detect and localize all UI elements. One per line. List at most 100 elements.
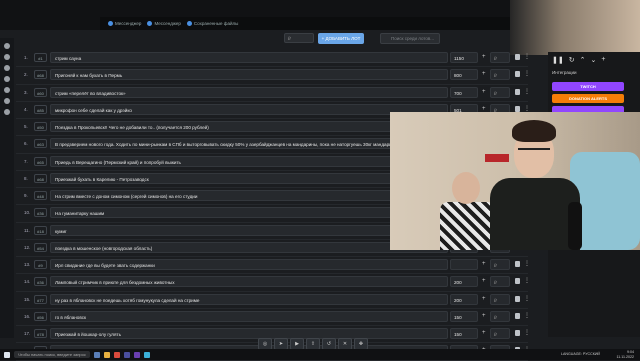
browser-icon[interactable] xyxy=(113,351,120,358)
bookmark-messenger-1[interactable]: Мессенджер xyxy=(108,21,141,26)
lot-id-badge: #1 xyxy=(34,53,47,62)
lot-amount-input[interactable]: 200 xyxy=(450,293,478,305)
lot-title-input[interactable]: поездка в мошенское (новгородская област… xyxy=(50,241,448,253)
chevron-down-icon[interactable]: ⌄ xyxy=(590,56,596,64)
lot-title-input[interactable]: Приезжай в йошкар-олу гулять xyxy=(50,328,448,339)
windows-start-icon[interactable] xyxy=(4,351,10,358)
more-vertical-icon[interactable]: ⋮ xyxy=(524,70,530,78)
lot-title-input[interactable]: Приезжай бухать в Карелию - Петрозаводск xyxy=(50,172,448,184)
more-vertical-icon[interactable]: ⋮ xyxy=(524,312,530,320)
trash-icon[interactable] xyxy=(515,54,520,60)
trash-icon[interactable] xyxy=(515,330,520,336)
plus-icon[interactable]: + xyxy=(482,71,486,77)
pause-icon[interactable]: ❚❚ xyxy=(552,56,564,64)
lot-row: 1. #1 стрим сауна 1150 + ₽ ⋮ xyxy=(16,50,530,68)
folder-icon[interactable] xyxy=(103,351,110,358)
os-taskbar: Чтобы начать поиск, введите запрос 9:04 … xyxy=(0,349,640,360)
lot-title-input[interactable]: Пригоняй к нам бухать в Пермь xyxy=(50,69,448,81)
more-vertical-icon[interactable]: ⋮ xyxy=(524,277,530,285)
lot-amount-input[interactable]: 150 xyxy=(450,310,478,322)
lot-title-input[interactable]: Ламповый стримчик в приюте для бездомных… xyxy=(50,276,448,288)
lot-add-amount-input[interactable]: ₽ xyxy=(490,52,510,63)
reset-timer-icon[interactable]: ↻ xyxy=(569,56,575,64)
lot-index: 12. xyxy=(24,244,31,250)
bookmark-bar: Мессенджер Мессенджер Сохраненные файлы xyxy=(100,17,528,30)
plus-icon[interactable]: + xyxy=(482,106,486,112)
lot-amount-input[interactable]: 150 xyxy=(450,328,478,339)
plus-icon[interactable]: + xyxy=(482,313,486,319)
lot-title-input[interactable]: го в яблановск xyxy=(50,310,448,322)
trash-icon[interactable] xyxy=(515,71,520,78)
plus-icon[interactable]: + xyxy=(482,296,486,302)
lot-title-input[interactable]: Приедь в Верещагино (Пермский край) и по… xyxy=(50,155,448,167)
lot-title-input[interactable]: ну раз в яблановск не поедешь хотяб гому… xyxy=(50,293,448,305)
lot-amount-input[interactable] xyxy=(450,259,478,270)
discord-icon[interactable] xyxy=(123,351,130,358)
lot-title-input[interactable]: Поездка в Прокопьевск!! Чего не добавили… xyxy=(50,121,448,132)
lot-title-input[interactable]: На стрим вместе с доном симоном (сергей … xyxy=(50,190,448,201)
lot-index: 6. xyxy=(24,141,28,147)
lot-add-amount-input[interactable]: ₽ xyxy=(490,310,510,322)
lot-add-amount-input[interactable]: ₽ xyxy=(490,69,510,81)
lot-title-input[interactable]: В предзверием нового года. Ходить по мин… xyxy=(50,138,448,150)
list-icon[interactable] xyxy=(4,87,10,93)
plus-icon[interactable]: + xyxy=(482,54,486,60)
more-vertical-icon[interactable]: ⋮ xyxy=(524,329,530,337)
taskbar-app-icon[interactable] xyxy=(93,351,100,358)
trash-icon[interactable] xyxy=(515,312,520,319)
twitch-button[interactable]: TWITCH xyxy=(552,82,624,91)
lot-title-input[interactable]: Ирл свидание где вы будете звать содержа… xyxy=(50,259,448,270)
lot-id-badge: #9 xyxy=(34,260,47,269)
trash-icon[interactable] xyxy=(515,278,520,285)
lot-amount-input[interactable]: 800 xyxy=(450,69,478,81)
taskbar-search[interactable]: Чтобы начать поиск, введите запрос xyxy=(14,351,90,358)
trash-icon[interactable] xyxy=(515,88,520,95)
messenger-icon xyxy=(147,21,153,26)
obs-icon[interactable] xyxy=(133,351,140,358)
lot-amount-input[interactable]: 700 xyxy=(450,86,478,98)
add-lot-button[interactable]: + ДОБАВИТЬ ЛОТ xyxy=(318,33,364,44)
trash-icon[interactable] xyxy=(515,261,520,267)
plus-icon[interactable]: + xyxy=(482,261,486,267)
chevron-up-icon[interactable]: ⌃ xyxy=(580,56,586,64)
lot-title-input[interactable]: стрим «перелёт во владивосток» xyxy=(50,86,448,98)
bookmark-messenger-2[interactable]: Мессенджер xyxy=(147,21,181,26)
bookmark-saved-files[interactable]: Сохраненные файлы xyxy=(186,21,238,26)
help-icon[interactable] xyxy=(4,98,10,104)
plus-icon[interactable]: + xyxy=(482,330,486,336)
settings-icon[interactable] xyxy=(4,54,10,60)
lot-add-amount-input[interactable]: ₽ xyxy=(490,86,510,98)
lot-row: 14. #36 Ламповый стримчик в приюте для без… xyxy=(16,274,530,292)
trash-icon[interactable] xyxy=(515,105,520,112)
lot-amount-input[interactable]: 1150 xyxy=(450,52,478,63)
amount-input[interactable]: ₽ xyxy=(284,33,314,43)
lot-add-amount-input[interactable]: ₽ xyxy=(490,276,510,288)
more-vertical-icon[interactable]: ⋮ xyxy=(524,260,530,268)
donation-alerts-button[interactable]: DONATION ALERTS xyxy=(552,94,624,103)
lot-index: 1. xyxy=(24,55,28,60)
lot-add-amount-input[interactable]: ₽ xyxy=(490,293,510,305)
plus-icon[interactable]: + xyxy=(482,89,486,95)
language-indicator: LANGUAGE: РУССКИЙ xyxy=(560,352,600,356)
more-vertical-icon[interactable]: ⋮ xyxy=(524,53,530,61)
more-vertical-icon[interactable]: ⋮ xyxy=(524,295,530,303)
account-icon[interactable] xyxy=(4,43,10,49)
palette-icon[interactable] xyxy=(4,65,10,71)
search-input[interactable]: Поиск среди лотов... xyxy=(380,33,440,44)
more-vertical-icon[interactable]: ⋮ xyxy=(524,88,530,96)
lot-add-amount-input[interactable]: ₽ xyxy=(490,328,510,339)
lot-title-input[interactable]: микрофон себе сделай как у дрэйко xyxy=(50,103,448,115)
messenger-icon xyxy=(108,21,113,26)
lot-add-amount-input[interactable]: ₽ xyxy=(490,259,510,270)
trash-icon[interactable] xyxy=(515,295,520,302)
stats-icon[interactable] xyxy=(4,76,10,82)
plus-icon[interactable]: + xyxy=(482,278,486,284)
lot-amount-input[interactable]: 200 xyxy=(450,276,478,288)
lot-title-input[interactable]: кумиг xyxy=(50,224,448,236)
plus-icon[interactable]: + xyxy=(601,56,605,64)
lock-icon[interactable] xyxy=(4,109,10,115)
lot-row: 15. #77 ну раз в яблановск не поедешь хотя… xyxy=(16,292,530,309)
telegram-app-icon[interactable] xyxy=(143,351,150,358)
lot-title-input[interactable]: стрим сауна xyxy=(50,52,448,63)
lot-title-input[interactable]: На гуманитарку нашим xyxy=(50,207,448,219)
